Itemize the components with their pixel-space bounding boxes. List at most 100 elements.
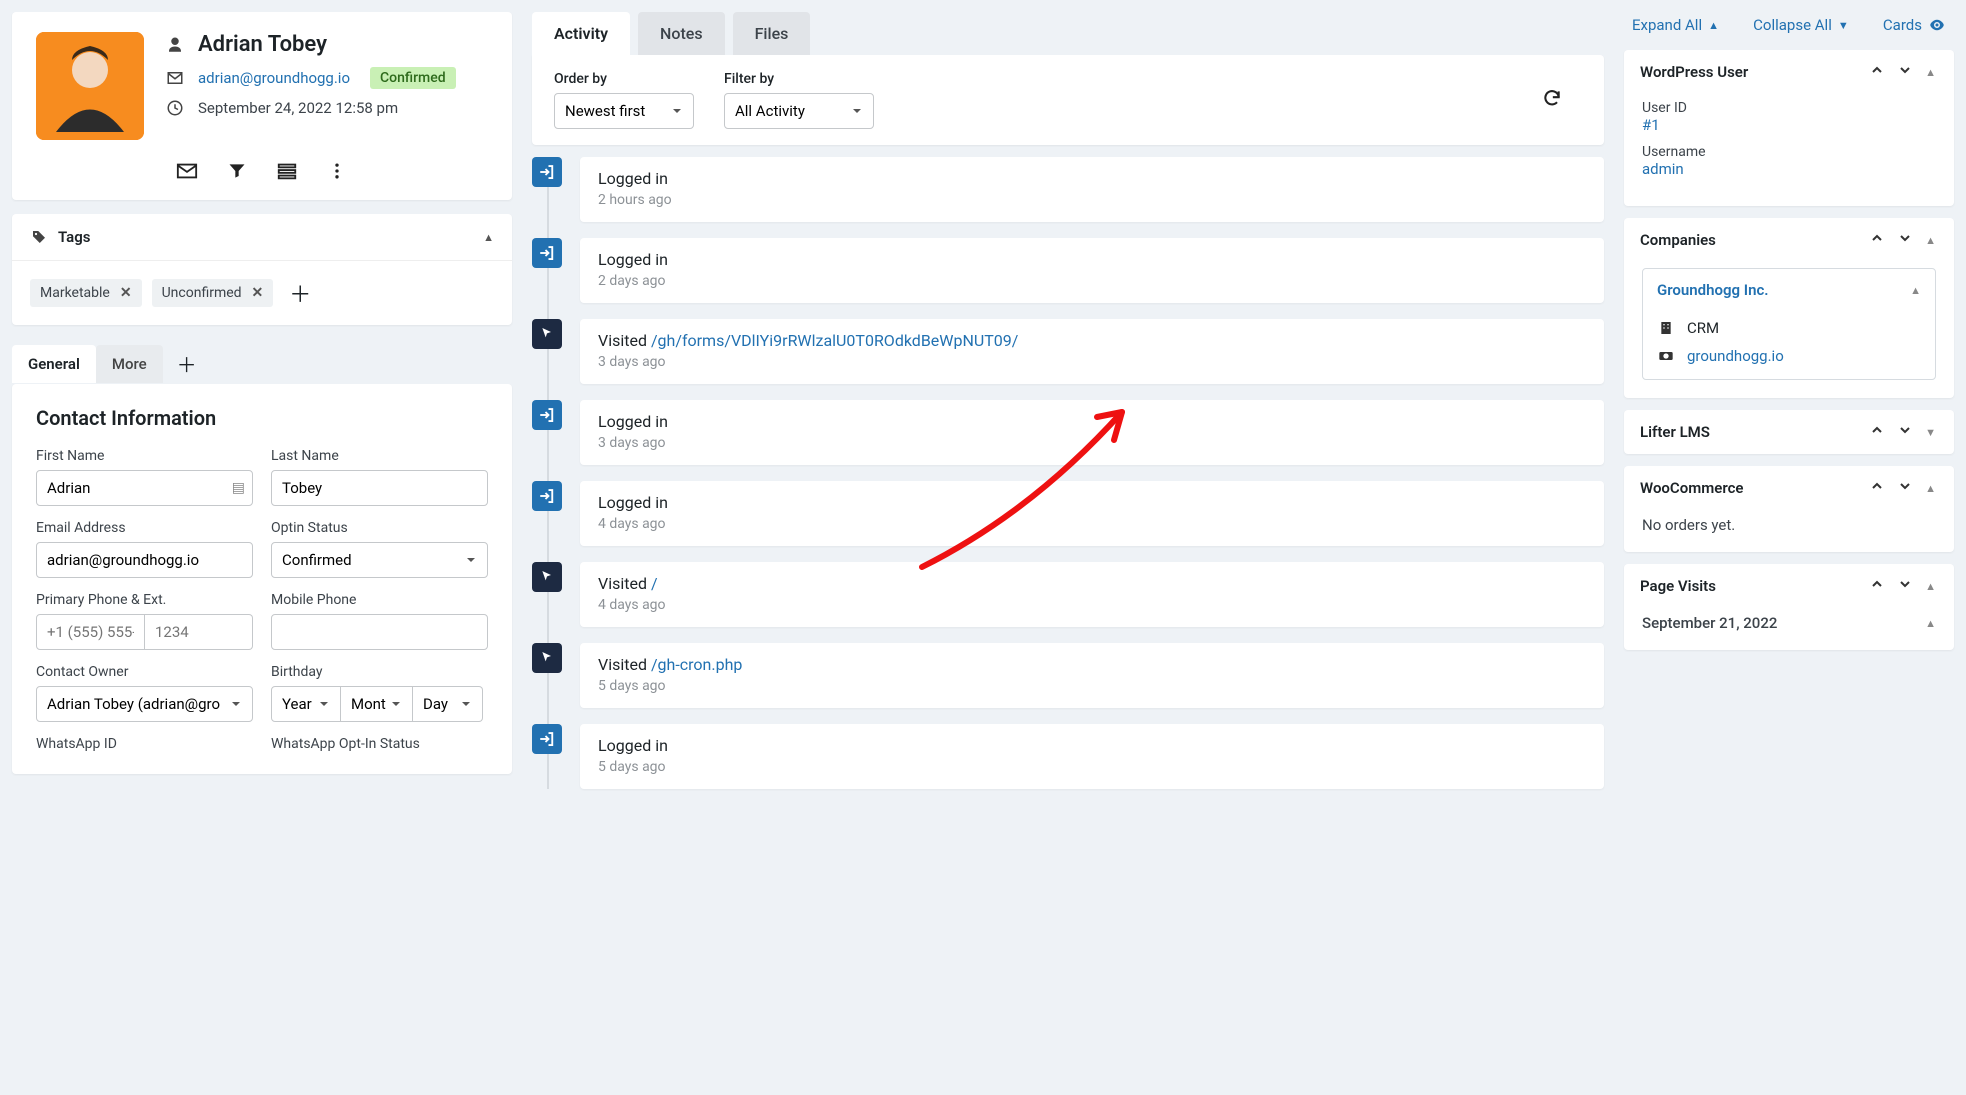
funnel-icon[interactable] (226, 160, 248, 182)
tags-panel-header[interactable]: Tags ▲ (12, 214, 512, 261)
company-name-link[interactable]: Groundhogg Inc. (1657, 281, 1910, 299)
woo-header[interactable]: WooCommerce ▲ (1624, 466, 1954, 510)
login-icon (532, 400, 562, 430)
birthday-day-select[interactable]: Day (413, 686, 483, 722)
chevron-down-icon[interactable] (1895, 422, 1915, 442)
timeline-title: Visited /gh/forms/VDlIYi9rRWlzalU0T0ROdk… (598, 331, 1586, 350)
chevron-up-icon[interactable] (1867, 576, 1887, 596)
tag-chip: Unconfirmed✕ (152, 279, 274, 307)
user-id-label: User ID (1642, 100, 1936, 116)
profile-name: Adrian Tobey (198, 32, 327, 57)
birthday-year-select[interactable]: Year (271, 686, 341, 722)
add-tag-button[interactable]: ＋ (283, 277, 317, 309)
caret-up-icon[interactable]: ▲ (1923, 580, 1938, 593)
timeline-title: Logged in (598, 169, 1586, 188)
chevron-up-icon[interactable] (1867, 230, 1887, 250)
caret-down-icon: ▼ (1838, 19, 1849, 32)
caret-up-icon[interactable]: ▲ (1925, 617, 1936, 630)
caret-down-icon[interactable]: ▼ (1923, 426, 1938, 439)
contact-info-card: Contact Information First Name ▤ Last Na… (12, 384, 512, 774)
timeline-item: Visited /4 days ago (532, 562, 1604, 627)
optin-label: Optin Status (271, 520, 488, 536)
lifter-header[interactable]: Lifter LMS ▼ (1624, 410, 1954, 454)
birthday-label: Birthday (271, 664, 488, 680)
chevron-down-icon[interactable] (1895, 230, 1915, 250)
birthday-month-select[interactable]: Mont (341, 686, 413, 722)
company-header[interactable]: Groundhogg Inc. ▲ (1643, 269, 1935, 311)
optin-select[interactable]: Confirmed (271, 542, 488, 578)
more-vertical-icon[interactable] (326, 160, 348, 182)
user-id-link[interactable]: #1 (1642, 116, 1660, 134)
phone-input[interactable] (36, 614, 145, 650)
tag-chip: Marketable ✕ (30, 279, 142, 307)
login-icon (532, 238, 562, 268)
timeline-item: Logged in5 days ago (532, 724, 1604, 789)
tag-remove-button[interactable]: ✕ (252, 285, 264, 301)
owner-select[interactable]: Adrian Tobey (adrian@gro (36, 686, 253, 722)
tag-label: Marketable (40, 285, 110, 301)
timeline-link[interactable]: /gh/forms/VDlIYi9rRWlzalU0T0ROdkdBeWpNUT… (651, 331, 1018, 350)
cursor-icon (532, 562, 562, 592)
expand-all-link[interactable]: Expand All ▲ (1632, 16, 1719, 34)
timeline-item: Visited /gh/forms/VDlIYi9rRWlzalU0T0ROdk… (532, 319, 1604, 384)
tab-general[interactable]: General (12, 345, 96, 383)
chevron-down-icon[interactable] (1895, 62, 1915, 82)
email-input[interactable] (36, 542, 253, 578)
timeline-item: Logged in2 days ago (532, 238, 1604, 303)
tab-files[interactable]: Files (733, 12, 811, 55)
timeline-title: Visited /gh-cron.php (598, 655, 1586, 674)
order-by-select[interactable]: Newest first (554, 93, 694, 129)
caret-up-icon: ▲ (1910, 284, 1921, 297)
whatsapp-opt-label: WhatsApp Opt-In Status (271, 736, 488, 752)
tab-activity[interactable]: Activity (532, 12, 630, 55)
tag-remove-button[interactable]: ✕ (120, 285, 132, 301)
caret-up-icon[interactable]: ▲ (1923, 66, 1938, 79)
wp-user-header[interactable]: WordPress User ▲ (1624, 50, 1954, 94)
add-tab-button[interactable]: ＋ (163, 339, 211, 388)
woo-empty-text: No orders yet. (1642, 516, 1735, 534)
tag-icon (30, 228, 48, 246)
order-by-label: Order by (554, 71, 694, 87)
timeline-title: Logged in (598, 412, 1586, 431)
eye-icon (1928, 16, 1946, 34)
visits-header[interactable]: Page Visits ▲ (1624, 564, 1954, 608)
companies-title: Companies (1640, 231, 1859, 249)
caret-up-icon[interactable]: ▲ (1923, 234, 1938, 247)
username-link[interactable]: admin (1642, 160, 1684, 178)
timeline-time: 5 days ago (598, 759, 1586, 775)
refresh-button[interactable] (1542, 88, 1562, 112)
login-icon (532, 481, 562, 511)
list-icon[interactable] (276, 160, 298, 182)
last-name-input[interactable] (271, 470, 488, 506)
chevron-up-icon[interactable] (1867, 422, 1887, 442)
timeline-body: Logged in3 days ago (580, 400, 1604, 465)
profile-email[interactable]: adrian@groundhogg.io (198, 69, 350, 87)
collapse-all-link[interactable]: Collapse All ▼ (1753, 16, 1849, 34)
tab-notes[interactable]: Notes (638, 12, 725, 55)
caret-up-icon[interactable]: ▲ (1923, 482, 1938, 495)
compose-email-icon[interactable] (176, 160, 198, 182)
first-name-input[interactable] (36, 470, 253, 506)
companies-header[interactable]: Companies ▲ (1624, 218, 1954, 262)
chevron-up-icon[interactable] (1867, 478, 1887, 498)
phone-ext-input[interactable] (145, 614, 253, 650)
filter-by-select[interactable]: All Activity (724, 93, 874, 129)
profile-date: September 24, 2022 12:58 pm (198, 99, 398, 117)
timeline-time: 4 days ago (598, 597, 1586, 613)
mobile-input[interactable] (271, 614, 488, 650)
mail-icon (166, 69, 184, 87)
caret-up-icon: ▲ (483, 231, 494, 244)
tab-more[interactable]: More (96, 345, 163, 383)
cards-link[interactable]: Cards (1883, 16, 1946, 34)
timeline-link[interactable]: /gh-cron.php (651, 655, 742, 674)
chevron-up-icon[interactable] (1867, 62, 1887, 82)
profile-card: Adrian Tobey adrian@groundhogg.io Confir… (12, 12, 512, 200)
timeline-link[interactable]: / (651, 574, 658, 593)
phone-label: Primary Phone & Ext. (36, 592, 253, 608)
chevron-down-icon[interactable] (1895, 576, 1915, 596)
chevron-down-icon[interactable] (1895, 478, 1915, 498)
tags-title: Tags (58, 228, 473, 246)
clock-icon (166, 99, 184, 117)
company-site-link[interactable]: groundhogg.io (1687, 347, 1784, 365)
cursor-icon (532, 319, 562, 349)
